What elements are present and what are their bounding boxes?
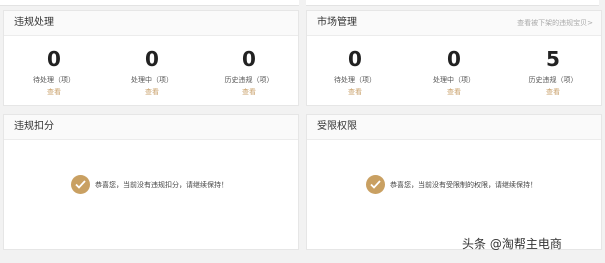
deduction-panel: 违规扣分 恭喜您，当前没有违规扣分，请继续保持！: [3, 114, 299, 250]
view-link[interactable]: 查看: [112, 87, 192, 98]
stat-history: 5 历史违规（项） 查看: [513, 35, 593, 98]
panel-header: 受限权限: [307, 115, 601, 140]
stat-history: 0 历史违规（项） 查看: [209, 35, 289, 98]
top-strip: [0, 0, 605, 6]
stat-label: 待处理（项）: [33, 76, 75, 84]
top-left-box: [0, 0, 299, 6]
violation-handling-panel: 违规处理 0 待处理（项） 查看 0 处理中（项） 查看 0 历史违规（项） 查…: [3, 10, 299, 106]
panel-title: 市场管理: [317, 17, 357, 28]
stat-pending: 0 待处理（项） 查看: [14, 35, 94, 98]
watermark-text: 头条 @淘帮主电商: [462, 237, 562, 251]
stat-label: 处理中（项）: [433, 76, 475, 84]
stat-label: 历史违规（项）: [224, 76, 274, 84]
stats-row: 0 待处理（项） 查看 0 处理中（项） 查看 0 历史违规（项） 查看: [4, 35, 298, 111]
stat-value: 0: [348, 47, 362, 71]
removed-items-link[interactable]: 查看被下架的违规宝贝>: [517, 11, 593, 35]
view-link[interactable]: 查看: [209, 87, 289, 98]
panel-title: 违规扣分: [14, 121, 54, 132]
stat-value: 0: [145, 47, 159, 71]
stat-value: 0: [447, 47, 461, 71]
panel-title: 违规处理: [14, 17, 54, 28]
message-text: 恭喜您，当前没有受限制的权限，请继续保持！: [390, 181, 537, 189]
check-icon: [366, 175, 385, 194]
panel-header: 市场管理 查看被下架的违规宝贝>: [307, 11, 601, 36]
panel-title: 受限权限: [317, 121, 357, 132]
restricted-permissions-panel: 受限权限 恭喜您，当前没有受限制的权限，请继续保持！: [306, 114, 602, 250]
view-link[interactable]: 查看: [315, 87, 395, 98]
stat-value: 0: [47, 47, 61, 71]
stat-processing: 0 处理中（项） 查看: [414, 35, 494, 98]
view-link[interactable]: 查看: [414, 87, 494, 98]
message-text: 恭喜您，当前没有违规扣分，请继续保持！: [95, 181, 228, 189]
view-link[interactable]: 查看: [14, 87, 94, 98]
panel-header: 违规处理: [4, 11, 298, 36]
view-link[interactable]: 查看: [513, 87, 593, 98]
stat-label: 历史违规（项）: [528, 76, 578, 84]
stat-value: 5: [546, 47, 560, 71]
check-icon: [71, 175, 90, 194]
stat-processing: 0 处理中（项） 查看: [112, 35, 192, 98]
stats-row: 0 待处理（项） 查看 0 处理中（项） 查看 5 历史违规（项） 查看: [307, 35, 601, 111]
stat-label: 处理中（项）: [131, 76, 173, 84]
top-right-box: [306, 0, 599, 6]
market-management-panel: 市场管理 查看被下架的违规宝贝> 0 待处理（项） 查看 0 处理中（项） 查看…: [306, 10, 602, 106]
stat-label: 待处理（项）: [334, 76, 376, 84]
stat-pending: 0 待处理（项） 查看: [315, 35, 395, 98]
panel-header: 违规扣分: [4, 115, 298, 140]
stat-value: 0: [242, 47, 256, 71]
